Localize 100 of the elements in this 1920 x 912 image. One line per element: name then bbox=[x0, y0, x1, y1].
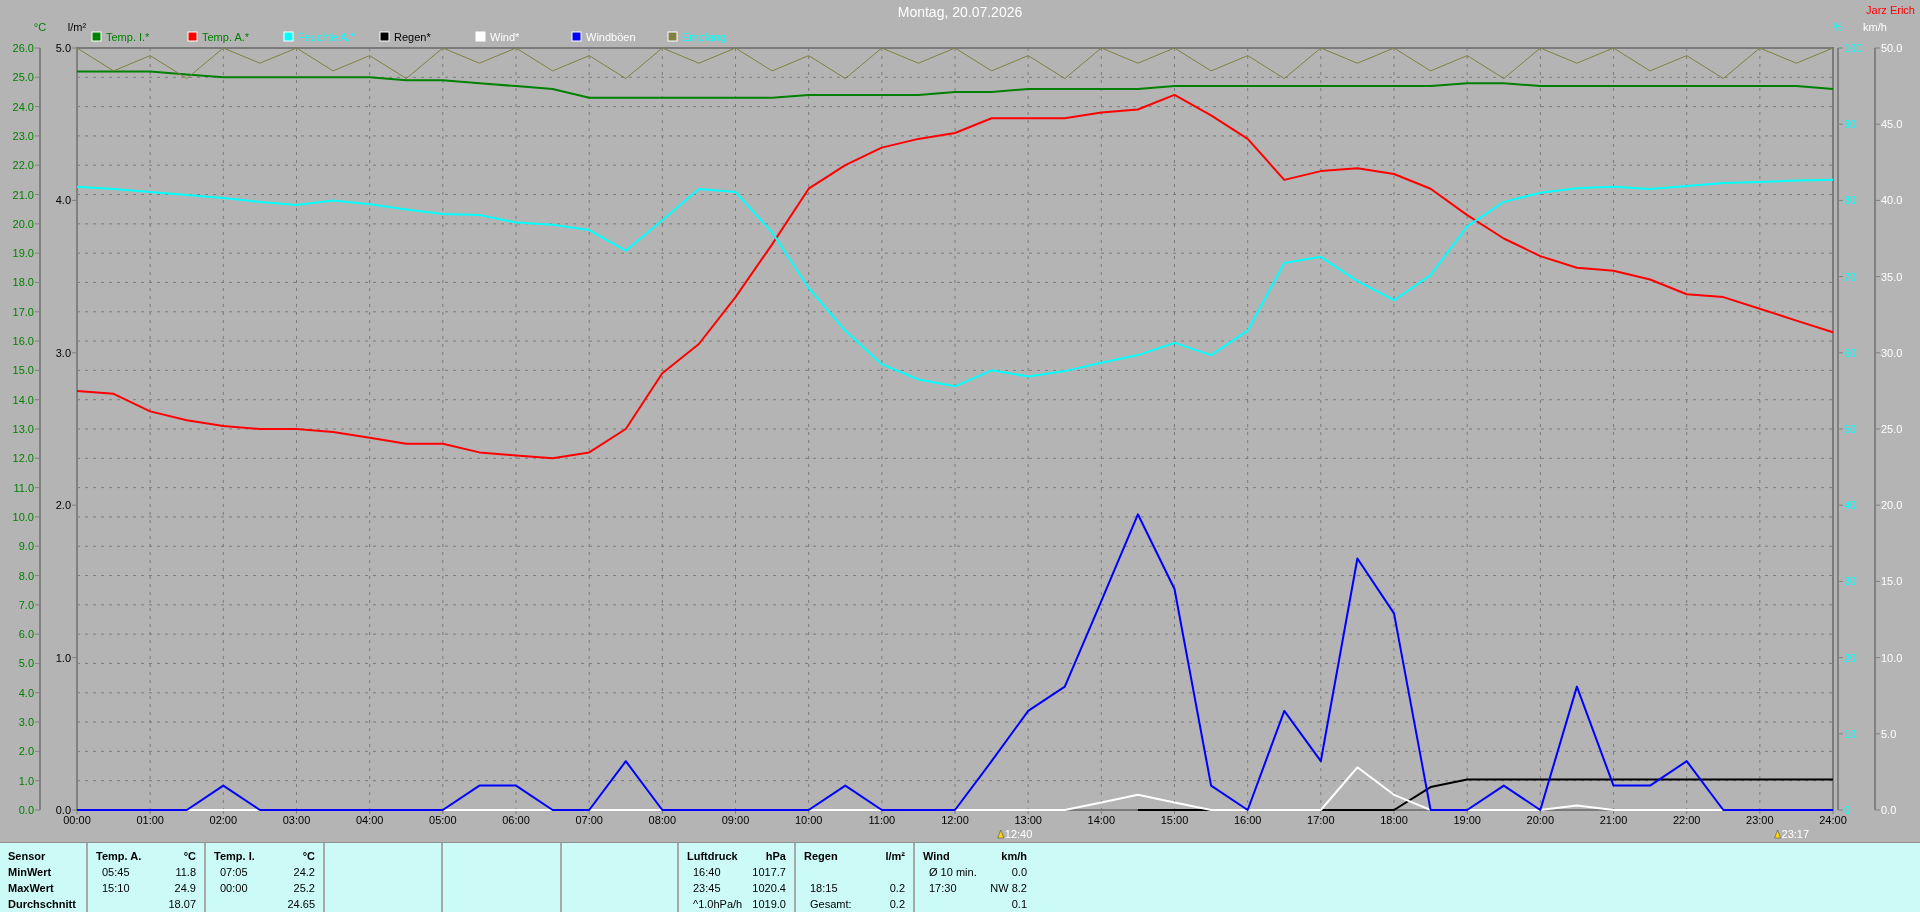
row-label: Durchschnitt bbox=[8, 897, 76, 912]
table-cell-text: 0.1 bbox=[1010, 897, 1027, 912]
axis-tick-label: 01:00 bbox=[136, 814, 164, 826]
axis-tick-label: 0.0 bbox=[55, 804, 71, 816]
axis-tick-label: 14.0 bbox=[12, 393, 34, 406]
axis-tick-label: 15.0 bbox=[1881, 575, 1903, 588]
table-cell-text: 0.0 bbox=[1010, 865, 1027, 880]
legend-label: Wind* bbox=[490, 31, 520, 43]
row-label: MaxWert bbox=[8, 881, 54, 896]
column-header: hPa bbox=[765, 849, 786, 864]
column-header: Luftdruck bbox=[687, 849, 738, 864]
column-header: Regen bbox=[804, 849, 838, 864]
legend-label: Temp. I.* bbox=[106, 31, 150, 43]
axis-tick-label: 6.0 bbox=[18, 628, 34, 641]
column-header: Temp. A. bbox=[96, 849, 142, 864]
axis-tick-label: 14:00 bbox=[1087, 814, 1116, 826]
row-label: Sensor bbox=[8, 849, 46, 864]
axis-tick-label: 1.0 bbox=[55, 651, 71, 664]
axis-tick-label: 40 bbox=[1844, 499, 1857, 512]
axis-tick-label: 35.0 bbox=[1881, 270, 1903, 283]
table-cell-text: 11.8 bbox=[174, 865, 196, 880]
table-cell-text: 23:45 bbox=[692, 881, 721, 896]
axis-tick-label: 30.0 bbox=[1881, 346, 1903, 359]
table-cell-text: 05:45 bbox=[101, 865, 130, 880]
axis-tick-label: 18:00 bbox=[1380, 814, 1408, 826]
axis-tick-label: 50.0 bbox=[1881, 42, 1903, 54]
column-header: °C bbox=[183, 849, 196, 864]
axis-tick-label: 13:00 bbox=[1014, 814, 1042, 826]
axis-tick-label: 3.0 bbox=[18, 716, 34, 729]
axis-tick-label: 0 bbox=[1844, 804, 1851, 816]
axis-tick-label: 00:00 bbox=[63, 814, 91, 826]
axis-tick-label: 0.0 bbox=[18, 804, 34, 816]
table-cell-text: 25.2 bbox=[292, 881, 315, 896]
axis-tick-label: 50 bbox=[1844, 423, 1857, 435]
axis-tick-label: 25.0 bbox=[1881, 423, 1903, 435]
axis-tick-label: 06:00 bbox=[502, 814, 530, 826]
column-header: l/m² bbox=[885, 849, 905, 864]
axis-tick-label: 26.0 bbox=[12, 42, 34, 54]
axis-unit-label: % bbox=[1833, 21, 1843, 33]
axis-unit-label: km/h bbox=[1863, 21, 1887, 33]
table-cell-text: 17:30 bbox=[928, 881, 957, 896]
table-cell-text: 1019.0 bbox=[751, 897, 786, 912]
axis-tick-label: 4.0 bbox=[18, 686, 34, 699]
axis-tick-label: 10:00 bbox=[794, 814, 823, 826]
axis-tick-label: 02:00 bbox=[209, 814, 238, 826]
table-cell-text: Gesamt: bbox=[809, 897, 852, 912]
table-cell-text: ^1.0hPa/h bbox=[692, 897, 743, 912]
column-header: Wind bbox=[923, 849, 950, 864]
axis-tick-label: 0.0 bbox=[1881, 804, 1897, 816]
axis-tick-label: 05:00 bbox=[429, 814, 457, 826]
legend-label: Feuchte A.* bbox=[298, 31, 355, 43]
axis-tick-label: 03:00 bbox=[282, 814, 311, 826]
axis-tick-label: 23:00 bbox=[1746, 814, 1774, 826]
axis-tick-label: 18.0 bbox=[12, 276, 34, 289]
axis-tick-label: 7.0 bbox=[18, 598, 34, 611]
axis-tick-label: 5.0 bbox=[55, 42, 71, 54]
axis-tick-label: 20:00 bbox=[1526, 814, 1555, 826]
axis-tick-label: 8.0 bbox=[18, 569, 34, 582]
table-cell-text: 1017.7 bbox=[751, 865, 786, 880]
axis-tick-label: 19.0 bbox=[12, 247, 34, 260]
axis-tick-label: 24.0 bbox=[12, 100, 34, 113]
axis-tick-label: 22:00 bbox=[1672, 814, 1701, 826]
axis-tick-label: 17.0 bbox=[12, 305, 34, 318]
axis-tick-label: 16.0 bbox=[12, 335, 34, 348]
axis-tick-label: 9.0 bbox=[18, 540, 34, 553]
column-header: Temp. I. bbox=[214, 849, 255, 864]
axis-tick-label: 16:00 bbox=[1233, 814, 1262, 826]
axis-tick-label: 10.0 bbox=[1881, 651, 1903, 664]
table-cell-text: 16:40 bbox=[692, 865, 721, 880]
table-cell-text: 18.07 bbox=[167, 897, 196, 912]
legend-label: Windböen bbox=[586, 31, 636, 43]
axis-tick-label: 11.0 bbox=[13, 481, 34, 494]
axis-tick-label: 08:00 bbox=[648, 814, 677, 826]
axis-tick-label: 1.0 bbox=[18, 774, 34, 787]
axis-tick-label: 40.0 bbox=[1881, 194, 1903, 207]
table-cell-text: 15:10 bbox=[101, 881, 130, 896]
axis-tick-label: 5.0 bbox=[1881, 727, 1897, 740]
axis-tick-label: 3.0 bbox=[55, 346, 71, 359]
table-cell-text: 07:05 bbox=[219, 865, 248, 880]
axis-tick-label: 23.0 bbox=[12, 129, 34, 142]
axis-tick-label: 100 bbox=[1844, 42, 1863, 54]
table-cell-text: 24.2 bbox=[292, 865, 315, 880]
row-label: MinWert bbox=[8, 865, 52, 880]
axis-tick-label: 21.0 bbox=[12, 188, 34, 201]
axis-tick-label: 2.0 bbox=[55, 499, 71, 512]
axis-tick-label: 11:00 bbox=[868, 814, 896, 826]
table-cell-text: 1020.4 bbox=[751, 881, 786, 896]
axis-tick-label: 30 bbox=[1844, 575, 1857, 588]
table-cell-text: 0.2 bbox=[888, 881, 905, 896]
legend-label: Empfang bbox=[682, 31, 727, 43]
table-cell-text: 24.9 bbox=[173, 881, 196, 896]
axis-tick-label: 21:00 bbox=[1599, 814, 1628, 826]
chart-title: Montag, 20.07.2026 bbox=[897, 4, 1023, 20]
axis-tick-label: 4.0 bbox=[55, 194, 71, 207]
axis-tick-label: 90 bbox=[1844, 118, 1857, 131]
author-label: Jarz Erich bbox=[1866, 4, 1915, 16]
axis-tick-label: 10 bbox=[1844, 727, 1857, 740]
axis-unit-label: l/m² bbox=[67, 21, 87, 33]
marker-icon bbox=[997, 829, 1005, 839]
axis-tick-label: 20 bbox=[1844, 651, 1857, 664]
